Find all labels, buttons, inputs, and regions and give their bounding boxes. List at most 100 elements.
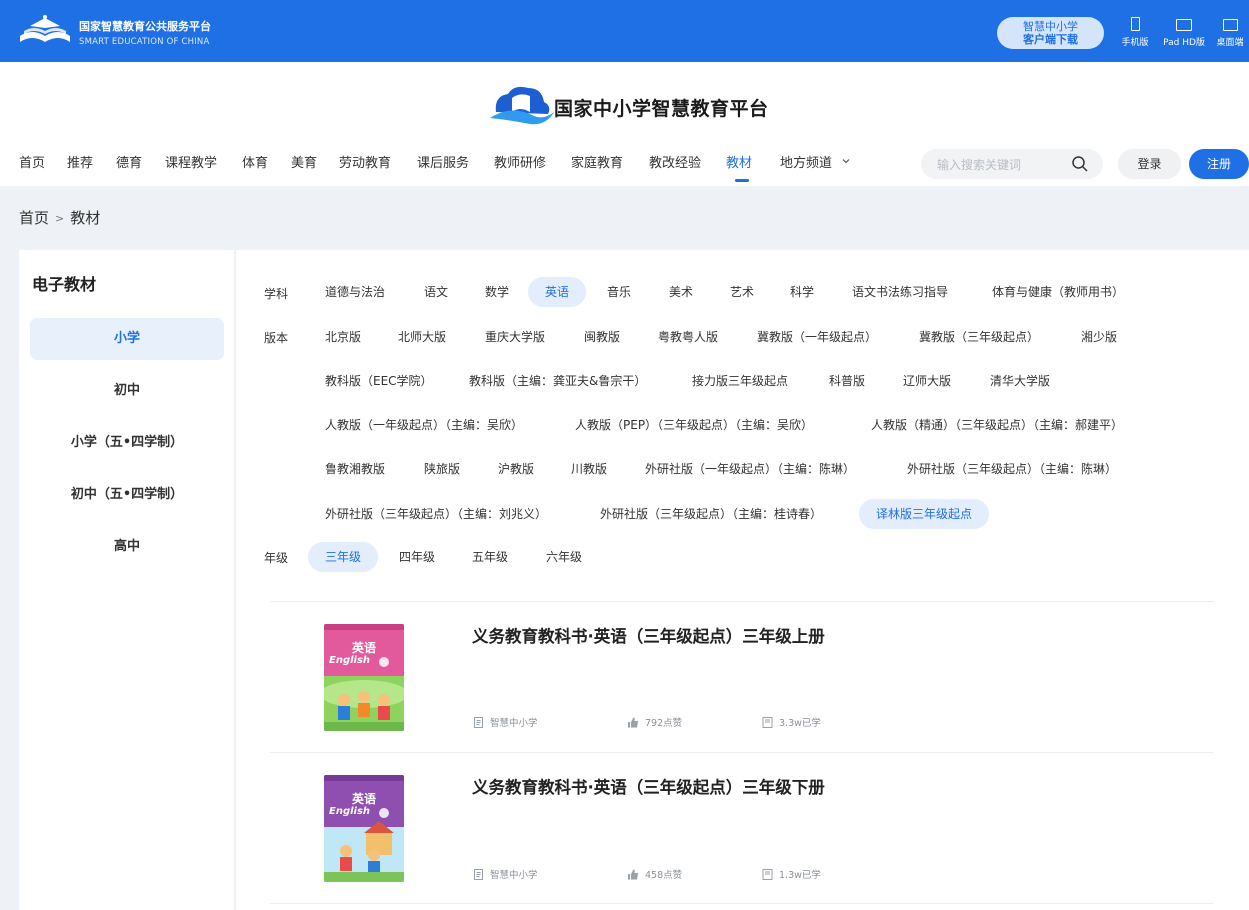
- sidebar-item-primary-54[interactable]: 小学（五•四学制）: [30, 422, 224, 464]
- edition-chip[interactable]: 辽师大版: [903, 366, 951, 396]
- book-publisher: 智慧中小学: [473, 715, 538, 729]
- edition-chip-selected[interactable]: 译林版三年级起点: [859, 499, 990, 529]
- book-title[interactable]: 义务教育教科书·英语（三年级起点）三年级上册: [472, 623, 825, 647]
- platform-logo-icon[interactable]: [18, 14, 72, 48]
- book-cover[interactable]: 英语 English: [324, 775, 404, 882]
- breadcrumb-home[interactable]: 首页: [19, 209, 49, 227]
- search-input[interactable]: 输入搜索关键词: [937, 156, 1021, 173]
- client-download-button[interactable]: 智慧中小学 客户端下载: [997, 17, 1104, 49]
- edition-chip[interactable]: 人教版（PEP）（三年级起点）（主编：吴欣）: [575, 410, 813, 440]
- brand-logo-icon[interactable]: [490, 82, 554, 128]
- book-publisher: 智慧中小学: [473, 867, 538, 881]
- edition-chip[interactable]: 鲁教湘教版: [325, 454, 385, 484]
- edition-chip[interactable]: 北师大版: [398, 322, 446, 352]
- edition-chip[interactable]: 川教版: [571, 454, 607, 484]
- subject-chip-selected[interactable]: 英语: [528, 277, 587, 307]
- edition-chip[interactable]: 教科版（主编：龚亚夫&鲁宗干）: [469, 366, 646, 396]
- nav-item-course[interactable]: 课程教学: [165, 148, 217, 180]
- sidebar-item-junior-54[interactable]: 初中（五•四学制）: [30, 474, 224, 516]
- subject-label: 学科: [264, 287, 289, 301]
- grade-chip-selected[interactable]: 三年级: [308, 542, 379, 572]
- edition-chip[interactable]: 外研社版（三年级起点）（主编：桂诗春）: [600, 499, 822, 529]
- nav-item-local-label: 地方频道: [780, 156, 833, 171]
- register-button[interactable]: 注册: [1189, 149, 1249, 179]
- book-likes: 792点赞: [627, 715, 682, 729]
- book-learners: 3.3w已学: [762, 715, 821, 729]
- subject-chip[interactable]: 语文: [424, 277, 448, 307]
- sidebar-item-senior[interactable]: 高中: [30, 526, 224, 568]
- sidebar-item-primary[interactable]: 小学: [30, 318, 224, 360]
- book-publisher-label: 智慧中小学: [490, 718, 538, 729]
- divider: [270, 752, 1214, 753]
- edition-label: 版本: [264, 331, 289, 345]
- sidebar-item-junior[interactable]: 初中: [30, 370, 224, 412]
- edition-chip[interactable]: 外研社版（三年级起点）（主编：刘兆义）: [325, 499, 547, 529]
- edition-chip[interactable]: 湘少版: [1081, 322, 1117, 352]
- edition-chip[interactable]: 清华大学版: [990, 366, 1050, 396]
- subject-chip[interactable]: 音乐: [607, 277, 631, 307]
- edition-chip[interactable]: 北京版: [325, 322, 361, 352]
- search-icon[interactable]: [1071, 155, 1089, 173]
- grade-chip[interactable]: 四年级: [399, 542, 435, 572]
- edition-chip[interactable]: 人教版（精通）（三年级起点）（主编：郝建平）: [871, 410, 1123, 440]
- nav-item-afterschool[interactable]: 课后服务: [417, 148, 469, 180]
- nav-item-recommend[interactable]: 推荐: [67, 148, 93, 180]
- edition-chip[interactable]: 教科版（EEC学院）: [325, 366, 433, 396]
- desktop-icon: [1222, 19, 1238, 31]
- grade-chip[interactable]: 六年级: [546, 542, 582, 572]
- edition-chip[interactable]: 沪教版: [498, 454, 534, 484]
- subject-chip[interactable]: 体育与健康（教师用书）: [992, 277, 1124, 307]
- device-desktop[interactable]: 桌面端: [1212, 17, 1248, 48]
- sidebar-title: 电子教材: [32, 275, 97, 294]
- phone-icon: [1130, 17, 1140, 31]
- nav-item-reform[interactable]: 教改经验: [649, 148, 701, 180]
- breadcrumb-current: 教材: [70, 209, 101, 227]
- book-cover[interactable]: 英语 English: [324, 624, 404, 731]
- edition-chip[interactable]: 接力版三年级起点: [692, 366, 788, 396]
- download-line1: 智慧中小学: [1023, 20, 1078, 33]
- subject-chip[interactable]: 语文书法练习指导: [852, 277, 948, 307]
- book-cover-english: English: [329, 655, 371, 666]
- nav-item-home[interactable]: 首页: [19, 148, 45, 180]
- book-cover-english: English: [329, 806, 371, 817]
- nav-item-labor[interactable]: 劳动教育: [339, 148, 391, 180]
- edition-chip[interactable]: 陕旅版: [424, 454, 460, 484]
- subject-chip[interactable]: 数学: [485, 277, 509, 307]
- thumbs-up-icon: [628, 717, 638, 728]
- device-pad[interactable]: Pad HD版: [1156, 17, 1212, 48]
- nav-item-sports[interactable]: 体育: [242, 148, 268, 180]
- book-title[interactable]: 义务教育教科书·英语（三年级起点）三年级下册: [472, 774, 825, 798]
- edition-chip[interactable]: 冀教版（一年级起点）: [757, 322, 877, 352]
- subject-chip[interactable]: 科学: [790, 277, 814, 307]
- nav-item-moral[interactable]: 德育: [116, 148, 142, 180]
- grade-chip[interactable]: 五年级: [472, 542, 508, 572]
- edition-chip[interactable]: 重庆大学版: [485, 322, 545, 352]
- document-icon: [474, 717, 483, 728]
- nav-item-textbook[interactable]: 教材: [726, 148, 752, 182]
- edition-chip[interactable]: 科普版: [829, 366, 865, 396]
- grade-label: 年级: [264, 551, 289, 565]
- edition-chip[interactable]: 冀教版（三年级起点）: [919, 322, 1039, 352]
- book-icon: [762, 717, 773, 728]
- login-button[interactable]: 登录: [1118, 149, 1181, 179]
- subject-chip[interactable]: 艺术: [730, 277, 754, 307]
- nav-item-arts[interactable]: 美育: [291, 148, 317, 180]
- subject-chip[interactable]: 道德与法治: [325, 277, 385, 307]
- edition-chip[interactable]: 外研社版（三年级起点）（主编：陈琳）: [907, 454, 1117, 484]
- book-likes-label: 458点赞: [645, 870, 683, 881]
- device-mobile[interactable]: 手机版: [1117, 17, 1153, 48]
- edition-chip[interactable]: 闽教版: [584, 322, 620, 352]
- edition-chip[interactable]: 外研社版（一年级起点）（主编：陈琳）: [645, 454, 855, 484]
- nav-item-teacher[interactable]: 教师研修: [494, 148, 546, 180]
- document-icon: [474, 869, 483, 880]
- platform-name-cn: 国家智慧教育公共服务平台: [79, 20, 211, 33]
- edition-chip[interactable]: 人教版（一年级起点）（主编：吴欣）: [325, 410, 523, 440]
- thumbs-up-icon: [628, 869, 638, 880]
- edition-chip[interactable]: 粤教粤人版: [658, 322, 718, 352]
- divider: [270, 601, 1214, 602]
- nav-item-local[interactable]: 地方频道: [780, 148, 851, 180]
- search-box[interactable]: 输入搜索关键词: [921, 149, 1103, 179]
- subject-chip[interactable]: 美术: [669, 277, 693, 307]
- nav-item-family[interactable]: 家庭教育: [571, 148, 623, 180]
- device-desktop-label: 桌面端: [1216, 38, 1244, 48]
